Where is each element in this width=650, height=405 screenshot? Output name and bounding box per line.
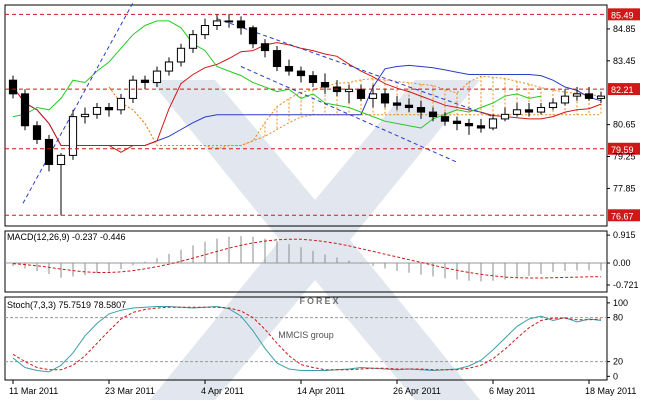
candle-body (8, 79, 18, 95)
candle-body (428, 111, 438, 118)
x-tick-label: 4 Apr 2011 (201, 386, 244, 396)
candle-body (212, 20, 222, 27)
candle-body (476, 125, 486, 129)
kijun-sen-line (12, 64, 602, 146)
macd-title: MACD(12,26,9) -0.237 -0.446 (7, 232, 126, 242)
candle-body (452, 120, 462, 124)
candle-body (440, 116, 450, 122)
y-tick-label: 83.45 (613, 56, 636, 66)
level-label: 76.67 (611, 211, 634, 221)
candle-body (176, 47, 186, 63)
candle-body (92, 107, 102, 115)
candle-body (152, 70, 162, 83)
macd-y-tick-label: 0.915 (613, 230, 636, 240)
level-label: 82.21 (611, 85, 634, 95)
trend-line-up (22, 2, 134, 204)
chart-root: FOREX MMCIS group 85.49 82.21 79.59 76.67 84… (0, 0, 650, 400)
stoch-y-tick-label: 100 (613, 298, 628, 308)
candle-body (380, 93, 390, 104)
candle-body (392, 102, 402, 106)
candle-body (140, 79, 150, 83)
candle-body (248, 27, 258, 45)
level-label: 85.49 (611, 10, 634, 20)
x-tick-label: 14 Apr 2011 (297, 386, 345, 396)
candle-body (224, 20, 234, 23)
x-tick-label: 26 Apr 2011 (393, 386, 441, 396)
candle-body (356, 88, 366, 99)
candle-body (200, 25, 210, 36)
candle-body (68, 116, 78, 156)
x-tick-label: 6 May 2011 (489, 386, 535, 396)
x-axis: 11 Mar 2011 23 Mar 2011 4 Apr 2011 14 Apr 2… (9, 380, 636, 396)
candle-body (164, 61, 174, 72)
candle-body (284, 66, 294, 72)
candle-body (20, 93, 30, 127)
candle-body (344, 88, 354, 93)
forex-chart: FOREX MMCIS group 85.4982.2179.5976.6784… (4, 2, 640, 400)
price-panel: 85.4982.2179.5976.6784.8583.4580.6579.25… (5, 2, 640, 222)
candle-body (548, 102, 558, 109)
candle-body (116, 97, 126, 111)
candle-body (32, 125, 42, 140)
y-tick-label: 79.25 (613, 152, 636, 162)
y-tick-label: 84.85 (613, 24, 636, 34)
candle-body (560, 95, 570, 104)
candle-body (500, 113, 510, 120)
candle-body (416, 107, 426, 113)
candle-body (512, 109, 522, 115)
candle-body (188, 34, 198, 49)
candle-body (308, 75, 318, 83)
x-tick-label: 23 Mar 2011 (105, 386, 155, 396)
x-tick-label: 11 Mar 2011 (9, 386, 58, 396)
candle-body (524, 109, 534, 113)
candle-body (320, 81, 330, 88)
macd-y-tick-label: -0.721 (613, 280, 639, 290)
stoch-y-tick-label: 20 (613, 357, 623, 367)
stoch-y-tick-label: 80 (613, 313, 623, 323)
y-tick-label: 77.85 (613, 183, 636, 193)
candle-body (260, 43, 270, 52)
tenkan-sen-line (12, 42, 602, 153)
candle-body (404, 104, 414, 109)
candle-body (272, 50, 282, 68)
candle-body (488, 118, 498, 129)
candle-body (464, 122, 474, 127)
candle-body (572, 93, 582, 97)
candle-body (236, 20, 246, 29)
y-tick-label: 80.65 (613, 120, 636, 130)
candle-body (104, 107, 114, 111)
candle-body (80, 113, 90, 118)
stoch-y-tick-label: 0 (613, 371, 618, 381)
candle-body (44, 138, 54, 165)
stochastic-title: Stoch(7,3,3) 75.7519 78.5807 (7, 300, 126, 310)
candle-body (596, 95, 606, 99)
candle-body (536, 107, 546, 113)
candle-body (368, 93, 378, 99)
watermark-subtitle: MMCIS group (278, 330, 334, 340)
macd-y-tick-label: 0.00 (613, 258, 631, 268)
candle-body (584, 93, 594, 99)
candle-body (56, 154, 66, 165)
candle-body (296, 70, 306, 77)
x-tick-label: 18 May 2011 (585, 386, 636, 396)
